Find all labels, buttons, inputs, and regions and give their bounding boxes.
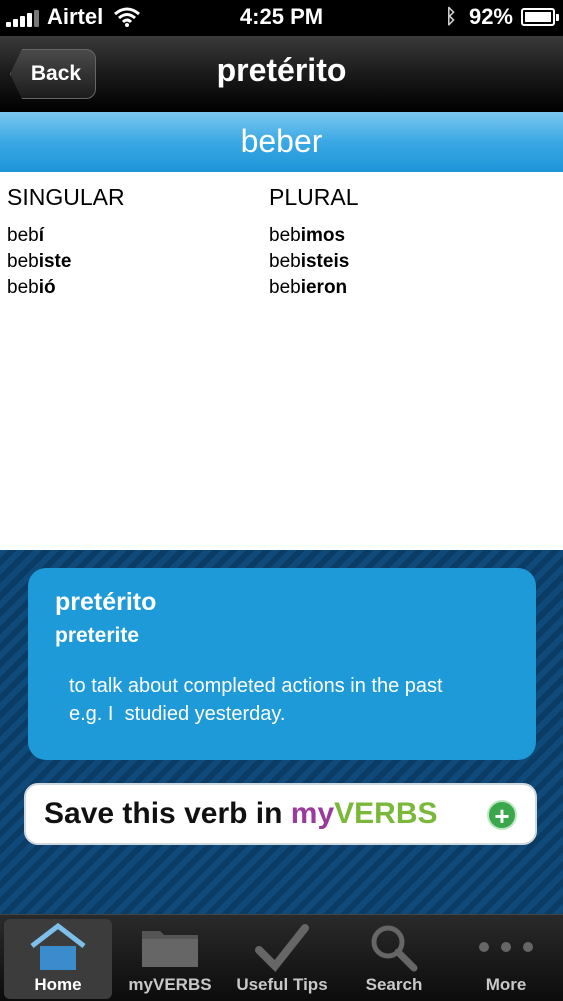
- tab-home[interactable]: Home: [4, 919, 112, 999]
- singular-column: SINGULAR bebí bebiste bebió: [7, 184, 125, 301]
- folder-icon: [142, 931, 198, 967]
- battery-icon: [521, 8, 559, 26]
- checkmark-icon: [255, 924, 309, 972]
- plural-header: PLURAL: [269, 184, 359, 210]
- conjugation-form: bebimos: [269, 225, 346, 246]
- singular-header: SINGULAR: [7, 184, 125, 210]
- page-title: pretérito: [216, 52, 347, 88]
- navigation-bar: Back pretérito: [0, 36, 563, 113]
- tab-search[interactable]: Search: [340, 919, 448, 999]
- tab-myverbs[interactable]: myVERBS: [116, 919, 224, 999]
- conjugation-form: bebieron: [269, 277, 348, 298]
- add-plus-icon: +: [487, 800, 517, 830]
- more-dots-icon: [479, 942, 533, 952]
- save-verb-button[interactable]: Save this verb in my VERBS +: [24, 783, 537, 845]
- search-icon: [371, 925, 418, 972]
- conjugation-form: bebió: [7, 277, 56, 298]
- tense-english: preterite: [55, 624, 140, 647]
- plural-column: PLURAL bebimos bebisteis bebieron: [269, 184, 358, 301]
- tab-more[interactable]: More: [452, 919, 560, 999]
- battery-percent: 92%: [468, 4, 513, 29]
- conjugation-form: bebí: [7, 225, 44, 246]
- tense-name: pretérito: [55, 588, 157, 616]
- bluetooth-icon: ᛒ: [444, 5, 457, 28]
- conjugation-form: bebisteis: [269, 251, 350, 272]
- tense-info-area: pretérito preterite to talk about comple…: [0, 550, 563, 914]
- conjugation-table: SINGULAR bebí bebiste bebió PLURAL bebim…: [0, 172, 563, 550]
- home-icon: [30, 922, 86, 970]
- tense-description: to talk about completed actions in the p…: [69, 675, 443, 725]
- conjugation-form: bebiste: [7, 251, 72, 272]
- tab-bar: Home myVERBS Useful Tips Search More: [0, 914, 563, 1001]
- tab-useful-tips[interactable]: Useful Tips: [228, 919, 336, 999]
- status-bar: Airtel 4:25 PM ᛒ 92%: [0, 0, 563, 36]
- verb-header: beber: [0, 112, 563, 172]
- tense-info-card: pretérito preterite to talk about comple…: [28, 568, 536, 760]
